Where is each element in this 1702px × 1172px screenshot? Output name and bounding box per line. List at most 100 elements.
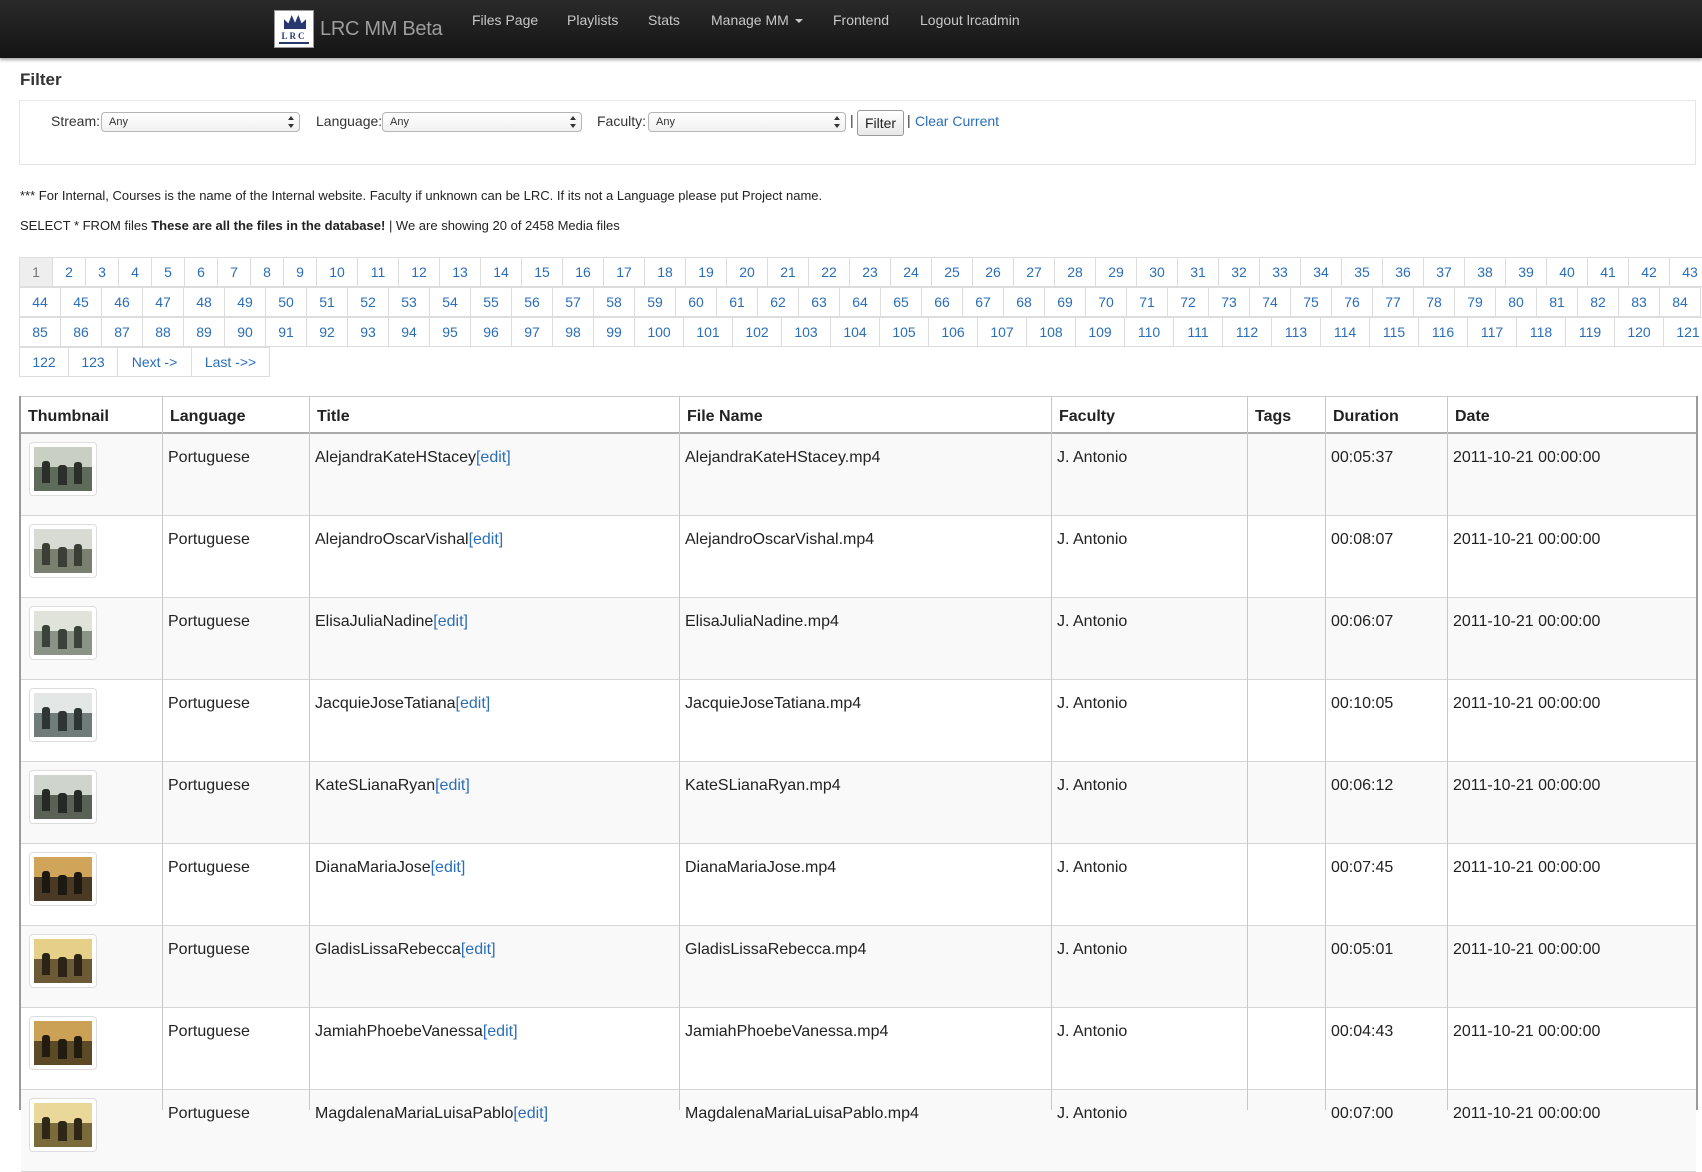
- page-link-24[interactable]: 24: [890, 257, 932, 287]
- page-link-52[interactable]: 52: [347, 287, 389, 317]
- page-link-101[interactable]: 101: [683, 317, 733, 347]
- file-name-link[interactable]: KateSLianaRyan.mp4: [685, 777, 841, 795]
- page-link-56[interactable]: 56: [511, 287, 553, 317]
- page-link-16[interactable]: 16: [562, 257, 604, 287]
- page-link-121[interactable]: 121: [1663, 317, 1702, 347]
- page-link-17[interactable]: 17: [603, 257, 645, 287]
- page-link-92[interactable]: 92: [306, 317, 348, 347]
- page-link-21[interactable]: 21: [767, 257, 809, 287]
- page-link-79[interactable]: 79: [1454, 287, 1496, 317]
- edit-link[interactable]: [edit]: [469, 531, 504, 548]
- page-link-76[interactable]: 76: [1331, 287, 1373, 317]
- page-link-37[interactable]: 37: [1423, 257, 1465, 287]
- page-link-44[interactable]: 44: [19, 287, 61, 317]
- page-link-99[interactable]: 99: [593, 317, 635, 347]
- page-link-57[interactable]: 57: [552, 287, 594, 317]
- page-link-104[interactable]: 104: [830, 317, 880, 347]
- page-link-19[interactable]: 19: [685, 257, 727, 287]
- page-link-35[interactable]: 35: [1341, 257, 1383, 287]
- nav-playlists[interactable]: Playlists: [567, 12, 618, 28]
- file-name-link[interactable]: ElisaJuliaNadine.mp4: [685, 613, 839, 631]
- page-link-18[interactable]: 18: [644, 257, 686, 287]
- page-link-113[interactable]: 113: [1271, 317, 1321, 347]
- file-name-link[interactable]: JamiahPhoebeVanessa.mp4: [685, 1023, 888, 1041]
- page-link-85[interactable]: 85: [19, 317, 61, 347]
- page-link-53[interactable]: 53: [388, 287, 430, 317]
- edit-link[interactable]: [edit]: [461, 941, 496, 958]
- page-link-33[interactable]: 33: [1259, 257, 1301, 287]
- page-link-15[interactable]: 15: [521, 257, 563, 287]
- page-link-11[interactable]: 11: [357, 257, 399, 287]
- page-link-83[interactable]: 83: [1618, 287, 1660, 317]
- page-link-3[interactable]: 3: [85, 257, 119, 287]
- file-name-link[interactable]: MagdalenaMariaLuisaPablo.mp4: [685, 1105, 919, 1123]
- page-link-100[interactable]: 100: [634, 317, 684, 347]
- page-link-77[interactable]: 77: [1372, 287, 1414, 317]
- nav-logout[interactable]: Logout lrcadmin: [920, 12, 1020, 28]
- page-link-40[interactable]: 40: [1546, 257, 1588, 287]
- page-link-70[interactable]: 70: [1085, 287, 1127, 317]
- edit-link[interactable]: [edit]: [513, 1105, 548, 1122]
- page-link-81[interactable]: 81: [1536, 287, 1578, 317]
- page-link-111[interactable]: 111: [1173, 317, 1223, 347]
- page-link-10[interactable]: 10: [316, 257, 358, 287]
- page-link-28[interactable]: 28: [1054, 257, 1096, 287]
- page-link-67[interactable]: 67: [962, 287, 1004, 317]
- page-link-66[interactable]: 66: [921, 287, 963, 317]
- brand[interactable]: LRC LRC MM Beta: [274, 10, 443, 48]
- edit-link[interactable]: [edit]: [476, 449, 511, 466]
- page-link-91[interactable]: 91: [265, 317, 307, 347]
- edit-link[interactable]: [edit]: [435, 777, 470, 794]
- edit-link[interactable]: [edit]: [433, 613, 468, 630]
- page-link-14[interactable]: 14: [480, 257, 522, 287]
- nav-frontend[interactable]: Frontend: [833, 12, 889, 28]
- page-link-116[interactable]: 116: [1418, 317, 1468, 347]
- page-link-6[interactable]: 6: [184, 257, 218, 287]
- brand-title[interactable]: LRC MM Beta: [320, 18, 443, 41]
- nav-manage-mm[interactable]: Manage MM: [711, 12, 803, 28]
- page-link-107[interactable]: 107: [977, 317, 1027, 347]
- page-link-73[interactable]: 73: [1208, 287, 1250, 317]
- page-link-109[interactable]: 109: [1075, 317, 1125, 347]
- page-link-93[interactable]: 93: [347, 317, 389, 347]
- page-link-97[interactable]: 97: [511, 317, 553, 347]
- page-link-62[interactable]: 62: [757, 287, 799, 317]
- edit-link[interactable]: [edit]: [456, 695, 491, 712]
- page-link-117[interactable]: 117: [1467, 317, 1517, 347]
- filter-button[interactable]: Filter: [857, 110, 904, 136]
- page-link-22[interactable]: 22: [808, 257, 850, 287]
- video-thumbnail[interactable]: [29, 1016, 97, 1070]
- page-link-86[interactable]: 86: [60, 317, 102, 347]
- page-link-94[interactable]: 94: [388, 317, 430, 347]
- page-link-68[interactable]: 68: [1003, 287, 1045, 317]
- page-link-120[interactable]: 120: [1614, 317, 1664, 347]
- page-link-8[interactable]: 8: [250, 257, 284, 287]
- page-link-82[interactable]: 82: [1577, 287, 1619, 317]
- next-page-link[interactable]: Next ->: [117, 347, 192, 377]
- page-link-64[interactable]: 64: [839, 287, 881, 317]
- page-link-115[interactable]: 115: [1369, 317, 1419, 347]
- video-thumbnail[interactable]: [29, 770, 97, 824]
- page-link-31[interactable]: 31: [1177, 257, 1219, 287]
- page-link-46[interactable]: 46: [101, 287, 143, 317]
- page-link-119[interactable]: 119: [1565, 317, 1615, 347]
- page-link-45[interactable]: 45: [60, 287, 102, 317]
- page-link-36[interactable]: 36: [1382, 257, 1424, 287]
- video-thumbnail[interactable]: [29, 524, 97, 578]
- file-name-link[interactable]: JacquieJoseTatiana.mp4: [685, 695, 861, 713]
- page-link-25[interactable]: 25: [931, 257, 973, 287]
- page-link-89[interactable]: 89: [183, 317, 225, 347]
- page-link-87[interactable]: 87: [101, 317, 143, 347]
- video-thumbnail[interactable]: [29, 852, 97, 906]
- video-thumbnail[interactable]: [29, 606, 97, 660]
- edit-link[interactable]: [edit]: [483, 1023, 518, 1040]
- page-link-29[interactable]: 29: [1095, 257, 1137, 287]
- page-link-59[interactable]: 59: [634, 287, 676, 317]
- page-link-110[interactable]: 110: [1124, 317, 1174, 347]
- last-page-link[interactable]: Last ->>: [191, 347, 270, 377]
- page-link-27[interactable]: 27: [1013, 257, 1055, 287]
- page-link-63[interactable]: 63: [798, 287, 840, 317]
- nav-files-page[interactable]: Files Page: [472, 12, 538, 28]
- page-link-2[interactable]: 2: [52, 257, 86, 287]
- page-link-69[interactable]: 69: [1044, 287, 1086, 317]
